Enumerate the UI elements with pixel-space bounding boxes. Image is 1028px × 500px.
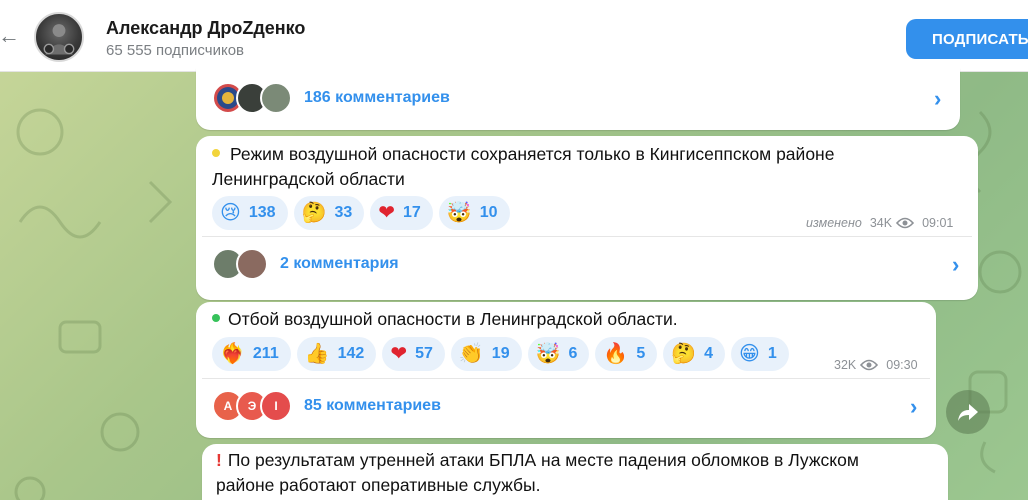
eye-icon <box>860 359 879 371</box>
thinking-face-icon: 🤔 <box>301 202 327 224</box>
reaction-count: 10 <box>479 204 498 221</box>
edited-label: изменено <box>806 216 862 230</box>
reaction-count: 211 <box>252 345 279 362</box>
post-meta: 32K 09:30 <box>834 358 918 372</box>
chevron-right-icon[interactable]: › <box>934 86 941 112</box>
channel-header: ← Александр ДроZденко 65 555 подписчиков… <box>0 0 1028 72</box>
divider <box>202 378 930 379</box>
heart-icon: ❤ <box>390 343 408 365</box>
reaction-chip[interactable]: 🤯 6 <box>527 337 590 371</box>
post-text: Отбой воздушной опасности в Ленинградско… <box>212 307 678 332</box>
channel-avatar[interactable] <box>34 12 84 62</box>
exclamation-icon: ! <box>216 450 222 470</box>
grinning-face-icon: 😁 <box>739 343 760 365</box>
clapping-hands-icon: 👏 <box>458 343 484 365</box>
reaction-chip[interactable]: 🤔 4 <box>663 337 726 371</box>
reaction-count: 57 <box>415 345 433 362</box>
exploding-head-icon: 🤯 <box>446 202 472 224</box>
share-icon[interactable] <box>946 390 990 434</box>
divider <box>202 236 972 237</box>
reaction-chip[interactable]: 👍 142 <box>296 337 377 371</box>
comments-row[interactable]: 2 комментария <box>212 248 399 280</box>
commenter-avatar: I <box>260 390 292 422</box>
post-text: Режим воздушной опасности сохраняется то… <box>212 142 834 192</box>
avatar-image <box>43 24 75 55</box>
view-count: 32K <box>834 358 857 372</box>
fire-icon: 🔥 <box>603 343 629 365</box>
commenter-avatar <box>260 82 292 114</box>
view-count: 34K <box>869 216 893 230</box>
reactions-bar: ❤‍🔥 211 👍 142 ❤ 57 👏 19 🤯 6 🔥 5 🤔 4 😁 1 <box>212 337 789 371</box>
reaction-chip[interactable]: ❤ 57 <box>382 337 445 371</box>
reaction-count: 1 <box>767 345 777 362</box>
reaction-chip[interactable]: ❤ 17 <box>370 196 433 230</box>
chevron-right-icon[interactable]: › <box>910 394 917 420</box>
crying-face-icon: 😢 <box>220 202 241 224</box>
green-dot-icon <box>212 314 220 323</box>
heart-on-fire-icon: ❤‍🔥 <box>220 343 245 365</box>
post-bubble-1: Режим воздушной опасности сохраняется то… <box>196 136 978 300</box>
comments-row[interactable]: А Э I 85 комментариев <box>212 390 441 422</box>
reaction-count: 17 <box>403 204 421 221</box>
reaction-chip[interactable]: 😁 1 <box>731 337 789 371</box>
reaction-count: 5 <box>636 345 646 362</box>
reaction-chip[interactable]: 😢 138 <box>212 196 288 230</box>
comments-count: 2 комментария <box>280 255 399 272</box>
reaction-chip[interactable]: ❤‍🔥 211 <box>212 337 291 371</box>
reaction-count: 4 <box>704 345 714 362</box>
post-text: ! По результатам утренней атаки БПЛА на м… <box>216 448 859 498</box>
subscribe-button[interactable]: ПОДПИСАТЬ <box>906 19 1028 59</box>
arrow-left-icon[interactable]: ← <box>0 25 20 47</box>
post-text-line: Режим воздушной опасности сохраняется то… <box>230 144 835 164</box>
post-bubble-0: 186 комментариев › <box>196 68 960 130</box>
post-meta: изменено 34K 09:01 <box>806 216 953 230</box>
comments-count: 85 комментариев <box>304 397 441 414</box>
post-time: 09:30 <box>886 358 918 372</box>
comments-count: 186 комментариев <box>304 89 450 106</box>
post-text-line: районе работают оперативные службы. <box>216 475 541 495</box>
chevron-right-icon[interactable]: › <box>952 252 959 278</box>
subscriber-count: 65 555 подписчиков <box>106 42 245 59</box>
reaction-chip[interactable]: 👏 19 <box>450 337 522 371</box>
comments-row[interactable]: 186 комментариев <box>212 82 450 114</box>
exploding-head-icon: 🤯 <box>535 343 561 365</box>
eye-icon <box>896 217 915 229</box>
reaction-count: 33 <box>334 204 353 221</box>
post-text-line: Ленинградской области <box>212 169 405 189</box>
reaction-count: 142 <box>337 345 365 362</box>
reaction-count: 19 <box>491 345 510 362</box>
post-text-line: По результатам утренней атаки БПЛА на ме… <box>227 450 859 470</box>
channel-title[interactable]: Александр ДроZденко <box>106 18 305 39</box>
reaction-chip[interactable]: 🤔 33 <box>293 196 365 230</box>
yellow-dot-icon <box>212 149 220 158</box>
reaction-count: 6 <box>568 345 578 362</box>
thumbs-up-icon: 👍 <box>304 343 330 365</box>
post-time: 09:01 <box>922 216 954 230</box>
thinking-face-icon: 🤔 <box>671 343 697 365</box>
reaction-chip[interactable]: 🤯 10 <box>438 196 510 230</box>
commenter-avatar <box>236 248 268 280</box>
heart-icon: ❤ <box>378 202 396 224</box>
post-bubble-3: ! По результатам утренней атаки БПЛА на м… <box>202 444 948 500</box>
reaction-count: 138 <box>248 204 276 221</box>
post-bubble-2: Отбой воздушной опасности в Ленинградско… <box>196 302 936 438</box>
reaction-chip[interactable]: 🔥 5 <box>595 337 658 371</box>
post-text-line: Отбой воздушной опасности в Ленинградско… <box>228 309 678 329</box>
reactions-bar: 😢 138 🤔 33 ❤ 17 🤯 10 <box>212 196 510 230</box>
